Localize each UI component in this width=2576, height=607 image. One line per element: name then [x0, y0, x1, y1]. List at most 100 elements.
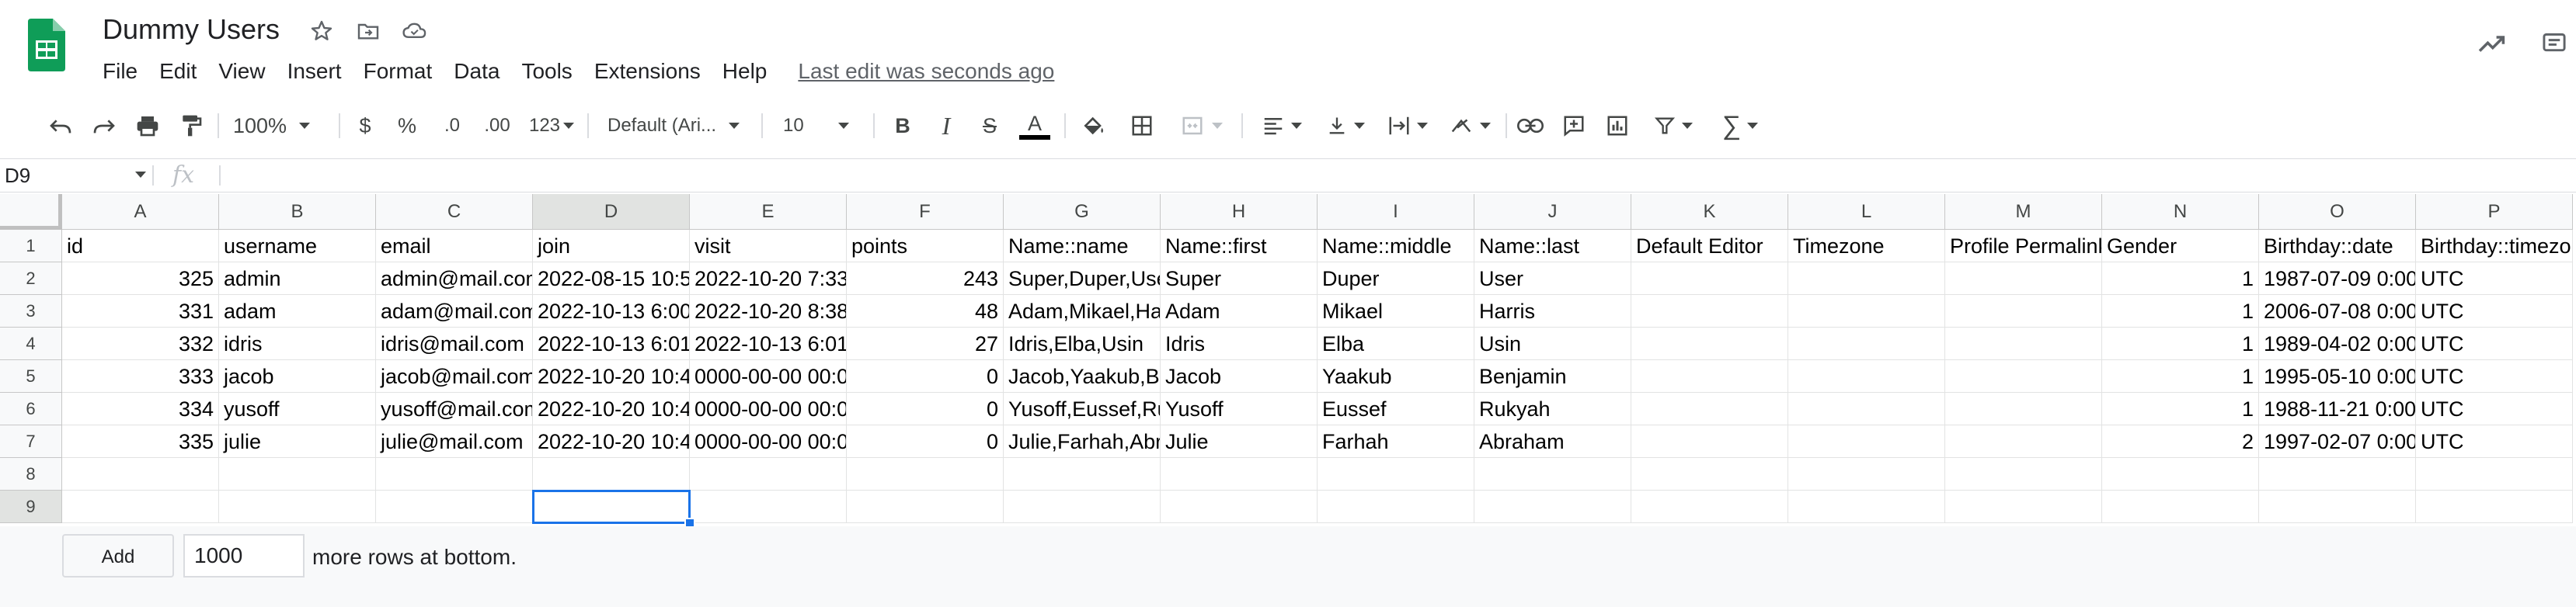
- cell-a6[interactable]: 334: [62, 393, 219, 425]
- cell-b4[interactable]: idris: [219, 328, 376, 360]
- cloud-status-icon[interactable]: [399, 16, 430, 47]
- comments-icon[interactable]: [2540, 28, 2576, 59]
- column-header-k[interactable]: K: [1631, 194, 1788, 230]
- cell-j3[interactable]: Harris: [1474, 295, 1631, 328]
- cell-f8[interactable]: [847, 458, 1004, 491]
- text-rotation-icon[interactable]: [1442, 107, 1498, 144]
- horizontal-align-icon[interactable]: [1254, 107, 1310, 144]
- italic-button[interactable]: I: [931, 107, 962, 144]
- cell-j5[interactable]: Benjamin: [1474, 360, 1631, 393]
- cell-d7[interactable]: 2022-10-20 10:4: [533, 425, 690, 458]
- strikethrough-button[interactable]: S: [974, 107, 1005, 144]
- cell-f9[interactable]: [847, 491, 1004, 523]
- cell-f6[interactable]: 0: [847, 393, 1004, 425]
- cell-b2[interactable]: admin: [219, 262, 376, 295]
- menu-tools[interactable]: Tools: [521, 54, 572, 88]
- cell-k6[interactable]: [1631, 393, 1788, 425]
- menu-data[interactable]: Data: [454, 54, 500, 88]
- column-header-e[interactable]: E: [690, 194, 847, 230]
- row-header-7[interactable]: 7: [0, 425, 62, 458]
- cell-g2[interactable]: Super,Duper,Use: [1004, 262, 1161, 295]
- cell-g7[interactable]: Julie,Farhah,Abr: [1004, 425, 1161, 458]
- cell-g1[interactable]: Name::name: [1004, 230, 1161, 262]
- cell-o9[interactable]: [2259, 491, 2416, 523]
- cell-o1[interactable]: Birthday::date: [2259, 230, 2416, 262]
- cell-a7[interactable]: 335: [62, 425, 219, 458]
- cell-i7[interactable]: Farhah: [1318, 425, 1474, 458]
- row-header-8[interactable]: 8: [0, 458, 62, 491]
- cell-g5[interactable]: Jacob,Yaakub,B: [1004, 360, 1161, 393]
- cell-f1[interactable]: points: [847, 230, 1004, 262]
- column-header-f[interactable]: F: [847, 194, 1004, 230]
- cell-j4[interactable]: Usin: [1474, 328, 1631, 360]
- sheets-logo-icon[interactable]: [28, 19, 65, 71]
- trending-icon[interactable]: [2477, 28, 2508, 59]
- cell-c1[interactable]: email: [376, 230, 533, 262]
- cell-o4[interactable]: 1989-04-02 0:00: [2259, 328, 2416, 360]
- cell-e6[interactable]: 0000-00-00 00:0: [690, 393, 847, 425]
- row-header-4[interactable]: 4: [0, 328, 62, 360]
- cell-j7[interactable]: Abraham: [1474, 425, 1631, 458]
- cell-c3[interactable]: adam@mail.com: [376, 295, 533, 328]
- cell-m7[interactable]: [1945, 425, 2102, 458]
- cell-h5[interactable]: Jacob: [1161, 360, 1318, 393]
- cell-i3[interactable]: Mikael: [1318, 295, 1474, 328]
- cell-f7[interactable]: 0: [847, 425, 1004, 458]
- cell-j9[interactable]: [1474, 491, 1631, 523]
- cell-k8[interactable]: [1631, 458, 1788, 491]
- cell-e2[interactable]: 2022-10-20 7:33: [690, 262, 847, 295]
- column-header-d[interactable]: D: [533, 194, 690, 230]
- formula-input[interactable]: [230, 159, 2560, 192]
- insert-chart-icon[interactable]: [1600, 107, 1634, 144]
- cell-c8[interactable]: [376, 458, 533, 491]
- cell-b7[interactable]: julie: [219, 425, 376, 458]
- cell-b1[interactable]: username: [219, 230, 376, 262]
- cell-p9[interactable]: [2416, 491, 2573, 523]
- font-family-select[interactable]: Default (Ari...: [607, 107, 755, 144]
- cell-p5[interactable]: UTC: [2416, 360, 2573, 393]
- cell-a2[interactable]: 325: [62, 262, 219, 295]
- cell-c2[interactable]: admin@mail.com: [376, 262, 533, 295]
- cell-d5[interactable]: 2022-10-20 10:4: [533, 360, 690, 393]
- column-header-a[interactable]: A: [62, 194, 219, 230]
- cell-e1[interactable]: visit: [690, 230, 847, 262]
- menu-format[interactable]: Format: [364, 54, 433, 88]
- cell-m8[interactable]: [1945, 458, 2102, 491]
- cell-b6[interactable]: yusoff: [219, 393, 376, 425]
- cell-n1[interactable]: Gender: [2102, 230, 2259, 262]
- cell-g6[interactable]: Yusoff,Eussef,Ru: [1004, 393, 1161, 425]
- undo-icon[interactable]: [44, 107, 78, 144]
- filter-icon[interactable]: [1645, 107, 1701, 144]
- cell-m9[interactable]: [1945, 491, 2102, 523]
- cell-b8[interactable]: [219, 458, 376, 491]
- cell-l4[interactable]: [1788, 328, 1945, 360]
- insert-link-icon[interactable]: [1513, 107, 1547, 144]
- decrease-decimal-button[interactable]: .0: [433, 107, 471, 144]
- cell-l1[interactable]: Timezone: [1788, 230, 1945, 262]
- cell-m4[interactable]: [1945, 328, 2102, 360]
- menu-insert[interactable]: Insert: [287, 54, 342, 88]
- insert-comment-icon[interactable]: [1557, 107, 1591, 144]
- cell-i5[interactable]: Yaakub: [1318, 360, 1474, 393]
- cell-m2[interactable]: [1945, 262, 2102, 295]
- increase-decimal-button[interactable]: .00: [475, 107, 519, 144]
- cell-i2[interactable]: Duper: [1318, 262, 1474, 295]
- text-color-button[interactable]: A: [1018, 107, 1052, 144]
- column-header-l[interactable]: L: [1788, 194, 1945, 230]
- column-header-b[interactable]: B: [219, 194, 376, 230]
- cell-k7[interactable]: [1631, 425, 1788, 458]
- cell-k2[interactable]: [1631, 262, 1788, 295]
- chevron-down-icon[interactable]: [135, 172, 146, 178]
- cell-g9[interactable]: [1004, 491, 1161, 523]
- cell-a5[interactable]: 333: [62, 360, 219, 393]
- column-header-n[interactable]: N: [2102, 194, 2259, 230]
- column-header-j[interactable]: J: [1474, 194, 1631, 230]
- cell-i1[interactable]: Name::middle: [1318, 230, 1474, 262]
- document-title[interactable]: Dummy Users: [103, 12, 280, 47]
- cell-k1[interactable]: Default Editor: [1631, 230, 1788, 262]
- row-header-5[interactable]: 5: [0, 360, 62, 393]
- cell-l8[interactable]: [1788, 458, 1945, 491]
- row-header-2[interactable]: 2: [0, 262, 62, 295]
- cell-p2[interactable]: UTC: [2416, 262, 2573, 295]
- cell-d1[interactable]: join: [533, 230, 690, 262]
